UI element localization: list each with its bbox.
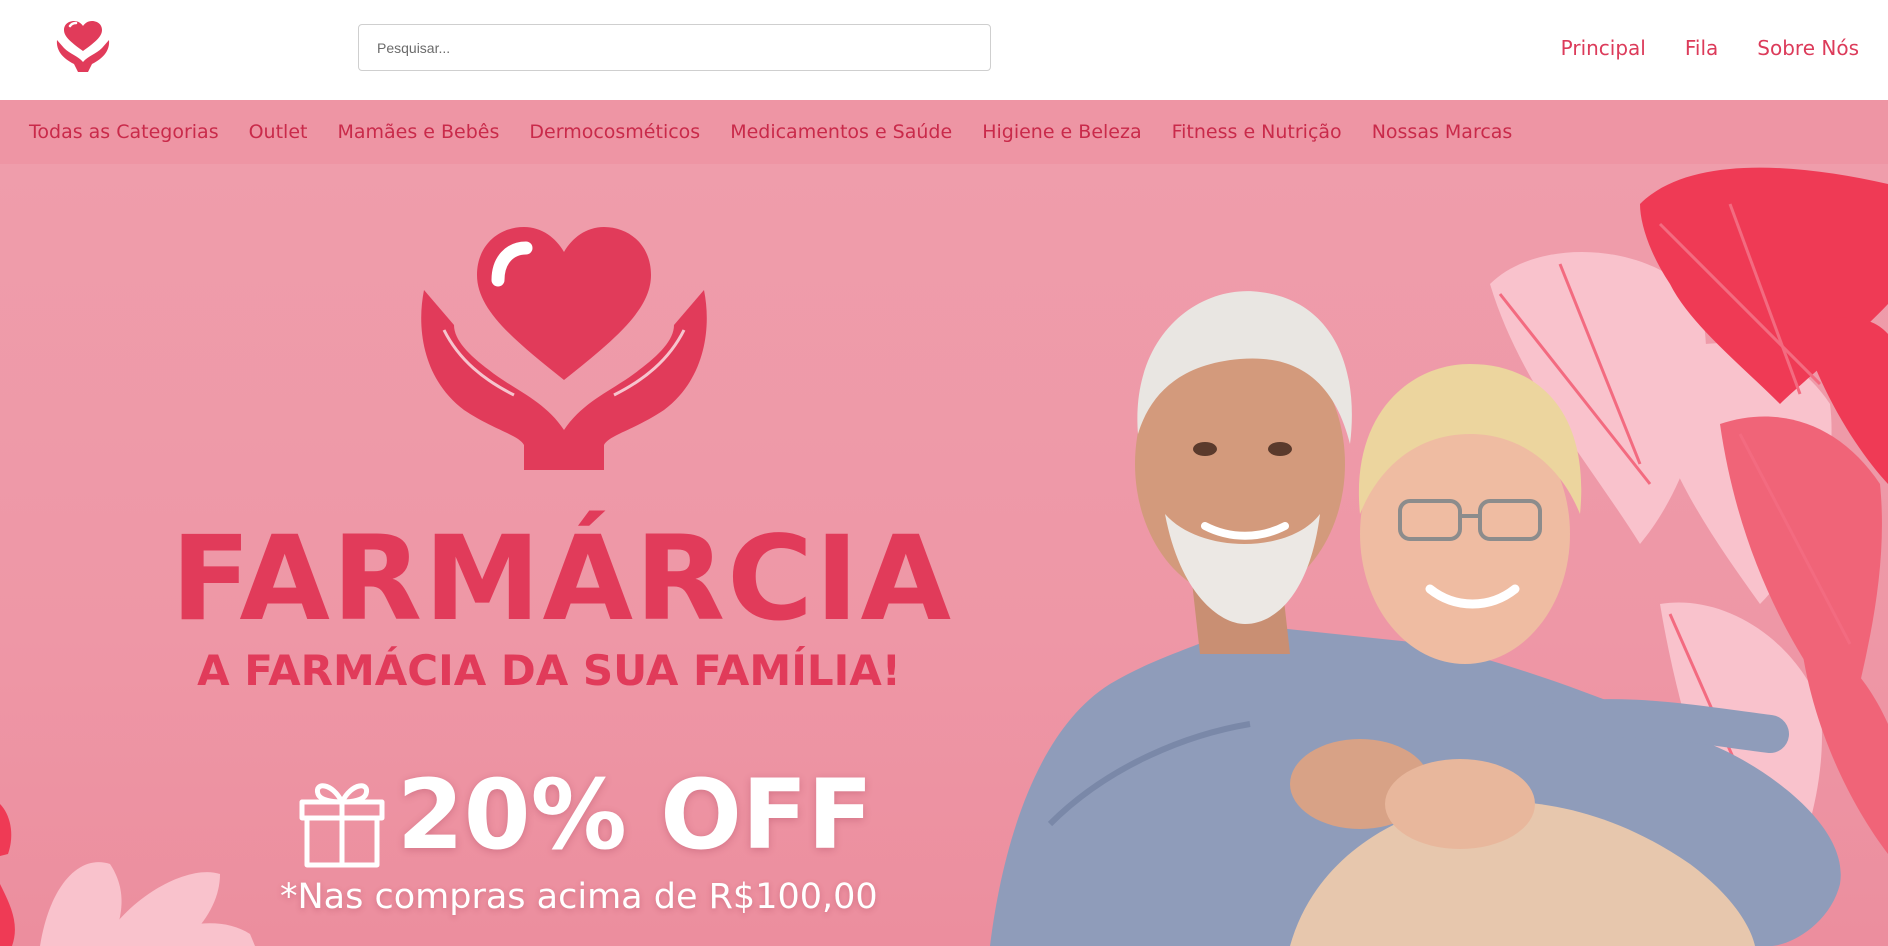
hero-banner[interactable]: FARMÁRCIA A FARMÁCIA DA SUA FAMÍLIA! 20%… (0, 164, 1888, 946)
gift-icon (299, 783, 385, 868)
banner-condition: *Nas compras acima de R$100,00 (280, 877, 878, 917)
elderly-couple-embracing-photo (990, 291, 1841, 946)
category-higiene-beleza[interactable]: Higiene e Beleza (982, 121, 1141, 143)
category-mamaes-bebes[interactable]: Mamães e Bebês (337, 121, 499, 143)
site-header: Principal Fila Sobre Nós (0, 0, 1888, 100)
banner-tagline: A FARMÁCIA DA SUA FAMÍLIA! (197, 646, 901, 695)
category-nossas-marcas[interactable]: Nossas Marcas (1372, 121, 1513, 143)
category-outlet[interactable]: Outlet (249, 121, 308, 143)
banner-brand-title: FARMÁRCIA (170, 510, 954, 647)
search-input[interactable] (358, 24, 991, 71)
heart-in-hands-icon (421, 227, 707, 470)
nav-link-sobre-nos[interactable]: Sobre Nós (1757, 36, 1859, 60)
top-nav: Principal Fila Sobre Nós (1561, 36, 1859, 60)
category-bar: Todas as Categorias Outlet Mamães e Bebê… (0, 100, 1888, 164)
category-fitness-nutricao[interactable]: Fitness e Nutrição (1172, 121, 1342, 143)
category-dermocosmeticos[interactable]: Dermocosméticos (529, 121, 700, 143)
category-medicamentos-saude[interactable]: Medicamentos e Saúde (730, 121, 952, 143)
category-todas[interactable]: Todas as Categorias (29, 121, 219, 143)
nav-link-principal[interactable]: Principal (1561, 36, 1646, 60)
banner-discount: 20% OFF (397, 759, 873, 871)
heart-in-hands-icon[interactable] (54, 20, 112, 72)
nav-link-fila[interactable]: Fila (1685, 36, 1718, 60)
